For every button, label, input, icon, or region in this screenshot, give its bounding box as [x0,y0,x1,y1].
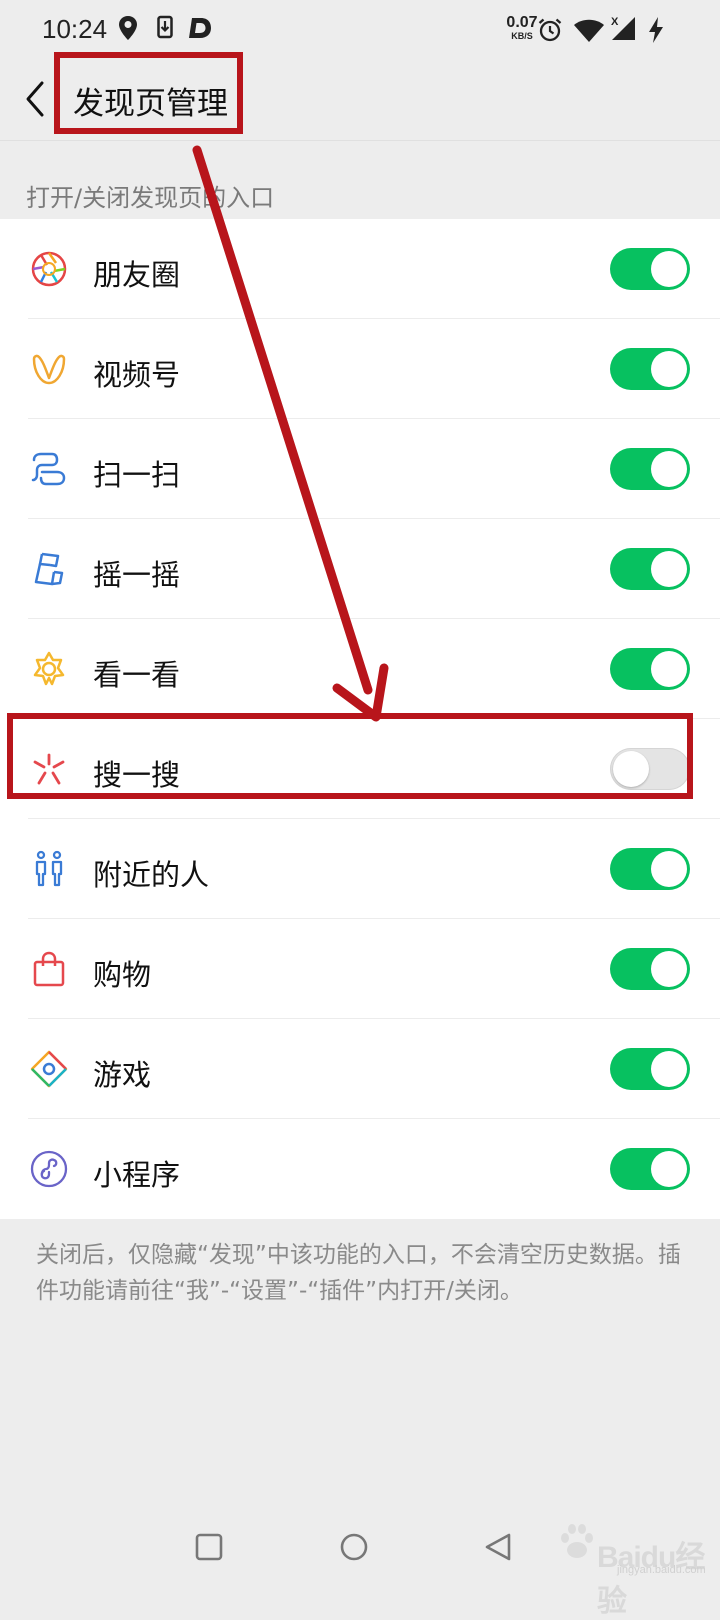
shopping-bag-icon [33,951,65,987]
baidu-jingyan-watermark: Baidu经验 jingyan.baidu.com [555,1518,715,1618]
location-icon [119,16,137,40]
signal-label: X [611,16,619,28]
toggle-knob [651,651,687,687]
item-label: 看一看 [93,658,181,692]
status-time: 10:24 [42,14,108,44]
mini-programs-icon [30,1150,68,1188]
scan-toggle[interactable] [610,448,690,490]
toggle-knob [651,851,687,887]
item-label: 小程序 [93,1158,181,1192]
watermark-logo-text: Baidu经验 [597,1541,705,1618]
list-item-top-stories: 看一看 [0,619,720,719]
toggle-knob [651,1051,687,1087]
moments-icon [31,251,67,287]
scan-icon [31,452,66,486]
paw-logo-icon [561,1524,593,1558]
back-arrow-icon[interactable] [22,78,48,120]
app-d-icon [189,18,211,38]
channels-toggle[interactable] [610,348,690,390]
channels-icon [32,354,66,385]
toggle-knob [651,451,687,487]
list-item-channels: 视频号 [0,319,720,419]
alarm-icon [538,18,562,42]
games-toggle[interactable] [610,1048,690,1090]
title-highlight-box [54,52,243,134]
home-button[interactable] [339,1532,369,1562]
section-label: 打开/关闭发现页的入口 [26,184,275,212]
people-nearby-toggle[interactable] [610,848,690,890]
list-item-shake: 摇一摇 [0,519,720,619]
download-notification-icon [157,15,173,39]
item-label: 摇一摇 [93,558,181,592]
item-label: 购物 [93,958,152,992]
wifi-icon [574,19,604,42]
footer-note: 关闭后，仅隐藏“发现”中该功能的入口，不会清空历史数据。插件功能请前往“我”-“… [36,1242,681,1304]
moments-toggle[interactable] [610,248,690,290]
watermark-url: jingyan.baidu.com [617,1564,706,1576]
games-icon [30,1050,68,1088]
item-label: 朋友圈 [93,258,181,292]
item-label: 附近的人 [93,858,210,892]
shake-toggle[interactable] [610,548,690,590]
item-label: 扫一扫 [93,458,181,492]
back-nav-button[interactable] [483,1532,513,1562]
top-stories-icon [33,651,65,686]
list-item-moments: 朋友圈 [0,219,720,319]
list-item-scan: 扫一扫 [0,419,720,519]
item-label: 视频号 [93,358,181,392]
cellular-signal-icon: X [611,16,635,40]
recent-apps-button[interactable] [194,1532,224,1562]
toggle-knob [651,951,687,987]
mini-programs-toggle[interactable] [610,1148,690,1190]
toggle-knob [651,351,687,387]
shake-icon [34,552,64,586]
list-item-shopping: 购物 [0,919,720,1019]
list-item-mini-programs: 小程序 [0,1119,720,1219]
toggle-knob [651,551,687,587]
item-label: 游戏 [93,1058,152,1092]
list-item-people-nearby: 附近的人 [0,819,720,919]
toggle-knob [651,1151,687,1187]
search-row-highlight-box [7,713,693,799]
shopping-toggle[interactable] [610,948,690,990]
people-nearby-icon [35,850,63,887]
list-item-games: 游戏 [0,1019,720,1119]
top-stories-toggle[interactable] [610,648,690,690]
toggle-knob [651,251,687,287]
charging-icon [649,17,663,43]
